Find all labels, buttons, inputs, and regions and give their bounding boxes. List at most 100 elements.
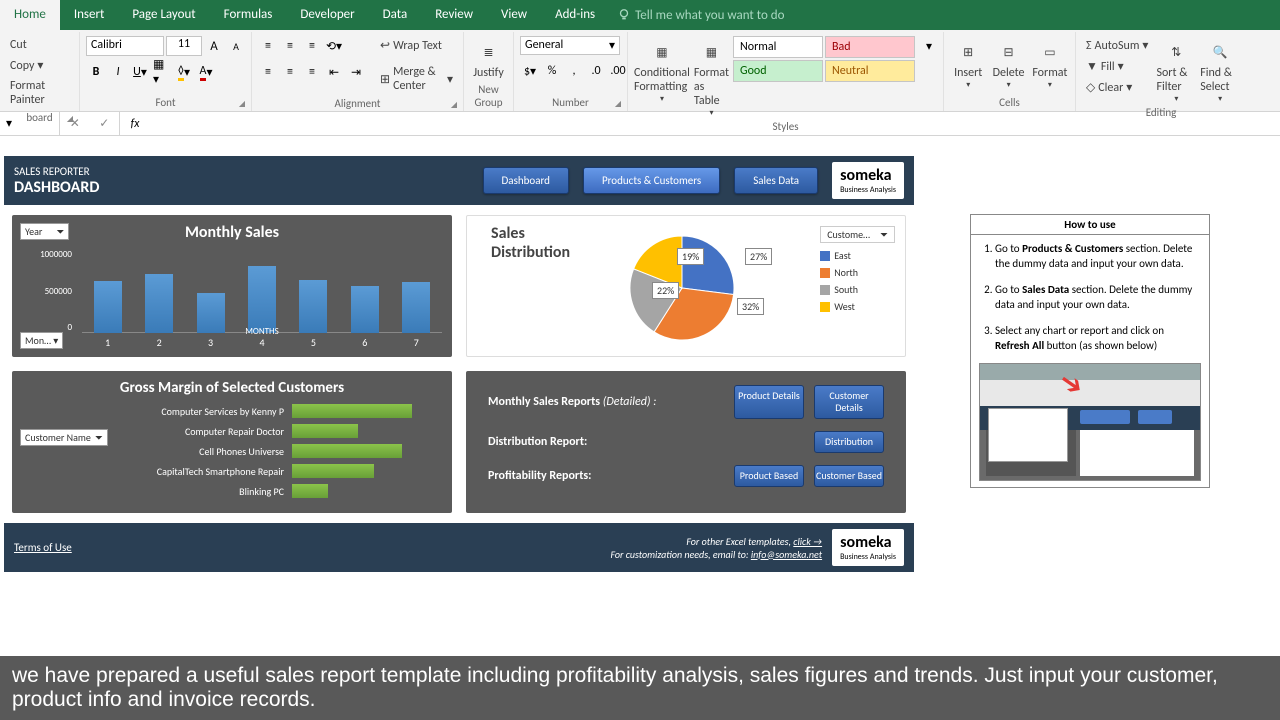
autosum-button[interactable]: ΣAutoSum ▾ — [1082, 36, 1152, 55]
year-filter[interactable]: Year⏷ — [20, 223, 69, 240]
percent-button[interactable]: % — [542, 61, 562, 81]
cut-button[interactable]: Cut — [6, 36, 73, 54]
justify-button[interactable]: ≣Justify — [470, 36, 507, 80]
currency-button[interactable]: $▾ — [520, 61, 540, 81]
tab-view[interactable]: View — [487, 0, 541, 30]
legend-filter[interactable]: Custome…⏷ — [820, 226, 895, 243]
cells-group-label: Cells — [950, 94, 1069, 111]
decrease-indent-button[interactable]: ⇤ — [324, 62, 344, 82]
decrease-font-button[interactable]: A — [226, 36, 246, 56]
nav-dashboard-button[interactable]: Dashboard — [483, 167, 569, 194]
font-color-icon: A — [200, 64, 207, 81]
tell-me[interactable]: Tell me what you want to do — [617, 8, 784, 23]
alignment-group-label: Alignment◢ — [258, 95, 457, 112]
chart-title: Gross Margin of Selected Customers — [20, 379, 444, 397]
increase-indent-button[interactable]: ⇥ — [346, 62, 366, 82]
tab-insert[interactable]: Insert — [60, 0, 119, 30]
tab-developer[interactable]: Developer — [286, 0, 368, 30]
increase-decimal-button[interactable]: .0 — [586, 61, 606, 81]
customer-filter[interactable]: Customer Name⏷ — [20, 429, 108, 446]
underline-button[interactable]: U ▾ — [130, 62, 150, 82]
style-neutral[interactable]: Neutral — [825, 60, 915, 82]
product-based-button[interactable]: Product Based — [734, 465, 804, 487]
nav-sales-data-button[interactable]: Sales Data — [734, 167, 818, 194]
bar — [299, 280, 327, 333]
sales-distribution-chart[interactable]: SalesDistribution 27% 32% 22% 19% Custom… — [466, 215, 906, 357]
tab-formulas[interactable]: Formulas — [210, 0, 287, 30]
find-select-button[interactable]: 🔍Find & Select▾ — [1200, 36, 1240, 104]
style-normal[interactable]: Normal — [733, 36, 823, 58]
decrease-decimal-button[interactable]: .00 — [608, 61, 628, 81]
wrap-text-button[interactable]: ↩Wrap Text — [376, 36, 457, 55]
tab-home[interactable]: Home — [0, 0, 60, 30]
number-format-select[interactable]: General▾ — [520, 36, 620, 55]
enter-formula-button[interactable]: ✓ — [99, 116, 109, 131]
merge-center-button[interactable]: ⊞Merge & Center ▾ — [376, 63, 457, 95]
newgroup-label: New Group — [470, 81, 507, 111]
bar — [94, 281, 122, 333]
styles-more-button[interactable]: ▾ — [919, 36, 939, 56]
hbar-row: Computer Repair Doctor — [130, 421, 440, 441]
align-top-button[interactable]: ≡ — [258, 36, 278, 56]
video-caption: we have prepared a useful sales report t… — [0, 656, 1280, 720]
distribution-button[interactable]: Distribution — [814, 431, 884, 453]
customer-details-button[interactable]: Customer Details — [814, 385, 884, 419]
legend-item: East — [820, 247, 895, 264]
templates-link[interactable]: click → — [793, 535, 822, 548]
fill-icon: ▼ — [1086, 59, 1098, 74]
insert-cells-button[interactable]: ⊞Insert▾ — [950, 36, 986, 90]
border-button[interactable]: ▦ ▾ — [152, 62, 172, 82]
editing-group-label: Editing — [1082, 104, 1240, 121]
font-color-button[interactable]: A▾ — [196, 62, 216, 82]
font-size-select[interactable]: 11 — [166, 36, 202, 56]
x-tick: 2 — [157, 336, 162, 349]
orientation-button[interactable]: ⟲▾ — [324, 36, 344, 56]
align-middle-button[interactable]: ≡ — [280, 36, 300, 56]
tab-review[interactable]: Review — [421, 0, 487, 30]
align-right-button[interactable]: ≡ — [302, 62, 322, 82]
customer-based-button[interactable]: Customer Based — [814, 465, 884, 487]
bar — [197, 293, 225, 333]
sort-icon: ⇅ — [1162, 38, 1190, 66]
align-center-button[interactable]: ≡ — [280, 62, 300, 82]
email-link[interactable]: info@someka.net — [751, 548, 822, 561]
italic-button[interactable]: I — [108, 62, 128, 82]
pie-label-east: 27% — [745, 248, 772, 265]
gross-margin-chart[interactable]: Gross Margin of Selected Customers Custo… — [12, 371, 452, 513]
format-cells-button[interactable]: ▭Format▾ — [1031, 36, 1069, 90]
fill-color-button[interactable]: ◊▾ — [174, 62, 194, 82]
format-painter-button[interactable]: Format Painter — [6, 77, 73, 109]
terms-link[interactable]: Terms of Use — [14, 541, 72, 554]
tab-page-layout[interactable]: Page Layout — [118, 0, 209, 30]
comma-button[interactable]: , — [564, 61, 584, 81]
fx-button[interactable]: fx — [120, 112, 150, 135]
style-good[interactable]: Good — [733, 60, 823, 82]
monthly-sales-chart[interactable]: Monthly Sales Year⏷ Mon… ▾ 1000000 50000… — [12, 215, 452, 357]
nav-products-button[interactable]: Products & Customers — [583, 167, 720, 194]
tab-addins[interactable]: Add-ins — [541, 0, 609, 30]
product-details-button[interactable]: Product Details — [734, 385, 804, 419]
clear-button[interactable]: ◇Clear ▾ — [1082, 78, 1152, 97]
tab-data[interactable]: Data — [369, 0, 422, 30]
pie-graphic — [617, 228, 747, 348]
style-bad[interactable]: Bad — [825, 36, 915, 58]
align-bottom-button[interactable]: ≡ — [302, 36, 322, 56]
delete-cells-button[interactable]: ⊟Delete▾ — [990, 36, 1026, 90]
styles-group-label: Styles — [634, 118, 937, 135]
wrap-icon: ↩ — [380, 38, 390, 53]
format-as-table-button[interactable]: ▦Format as Table▾ — [694, 36, 729, 118]
sort-filter-button[interactable]: ⇅Sort & Filter▾ — [1156, 36, 1196, 104]
increase-font-button[interactable]: A — [204, 36, 224, 56]
hbar-row: Blinking PC — [130, 481, 440, 501]
insert-icon: ⊞ — [954, 38, 982, 66]
clipboard-group-label: board◢ — [6, 109, 73, 126]
howto-step-1: Go to Products & Customers section. Dele… — [995, 241, 1201, 272]
copy-button[interactable]: Copy ▾ — [6, 56, 73, 75]
month-filter[interactable]: Mon… ▾ — [20, 332, 63, 349]
fill-button[interactable]: ▼Fill ▾ — [1082, 57, 1152, 76]
bold-button[interactable]: B — [86, 62, 106, 82]
align-left-button[interactable]: ≡ — [258, 62, 278, 82]
cell-styles-gallery[interactable]: Normal Bad Good Neutral — [733, 36, 915, 82]
font-name-select[interactable]: Calibri — [86, 36, 164, 56]
conditional-formatting-button[interactable]: ▦Conditional Formatting▾ — [634, 36, 690, 104]
